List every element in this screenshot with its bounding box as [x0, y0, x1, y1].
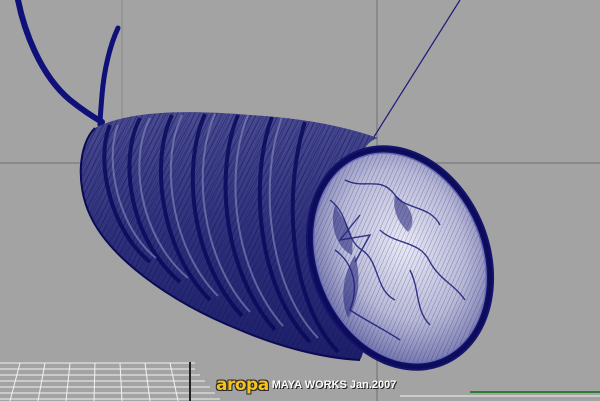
antenna-left	[15, 0, 105, 125]
camera-guide-line	[371, 0, 461, 141]
scene-canvas[interactable]	[0, 0, 600, 401]
caption-text: MAYA WORKS Jan.2007	[271, 379, 397, 391]
ground-grid	[0, 362, 220, 401]
antenna-right	[97, 25, 121, 128]
aropa-logo: aropa	[216, 375, 269, 395]
watermark-caption: aropa MAYA WORKS Jan.2007	[216, 375, 396, 395]
maya-perspective-viewport[interactable]: aropa MAYA WORKS Jan.2007	[0, 0, 600, 401]
